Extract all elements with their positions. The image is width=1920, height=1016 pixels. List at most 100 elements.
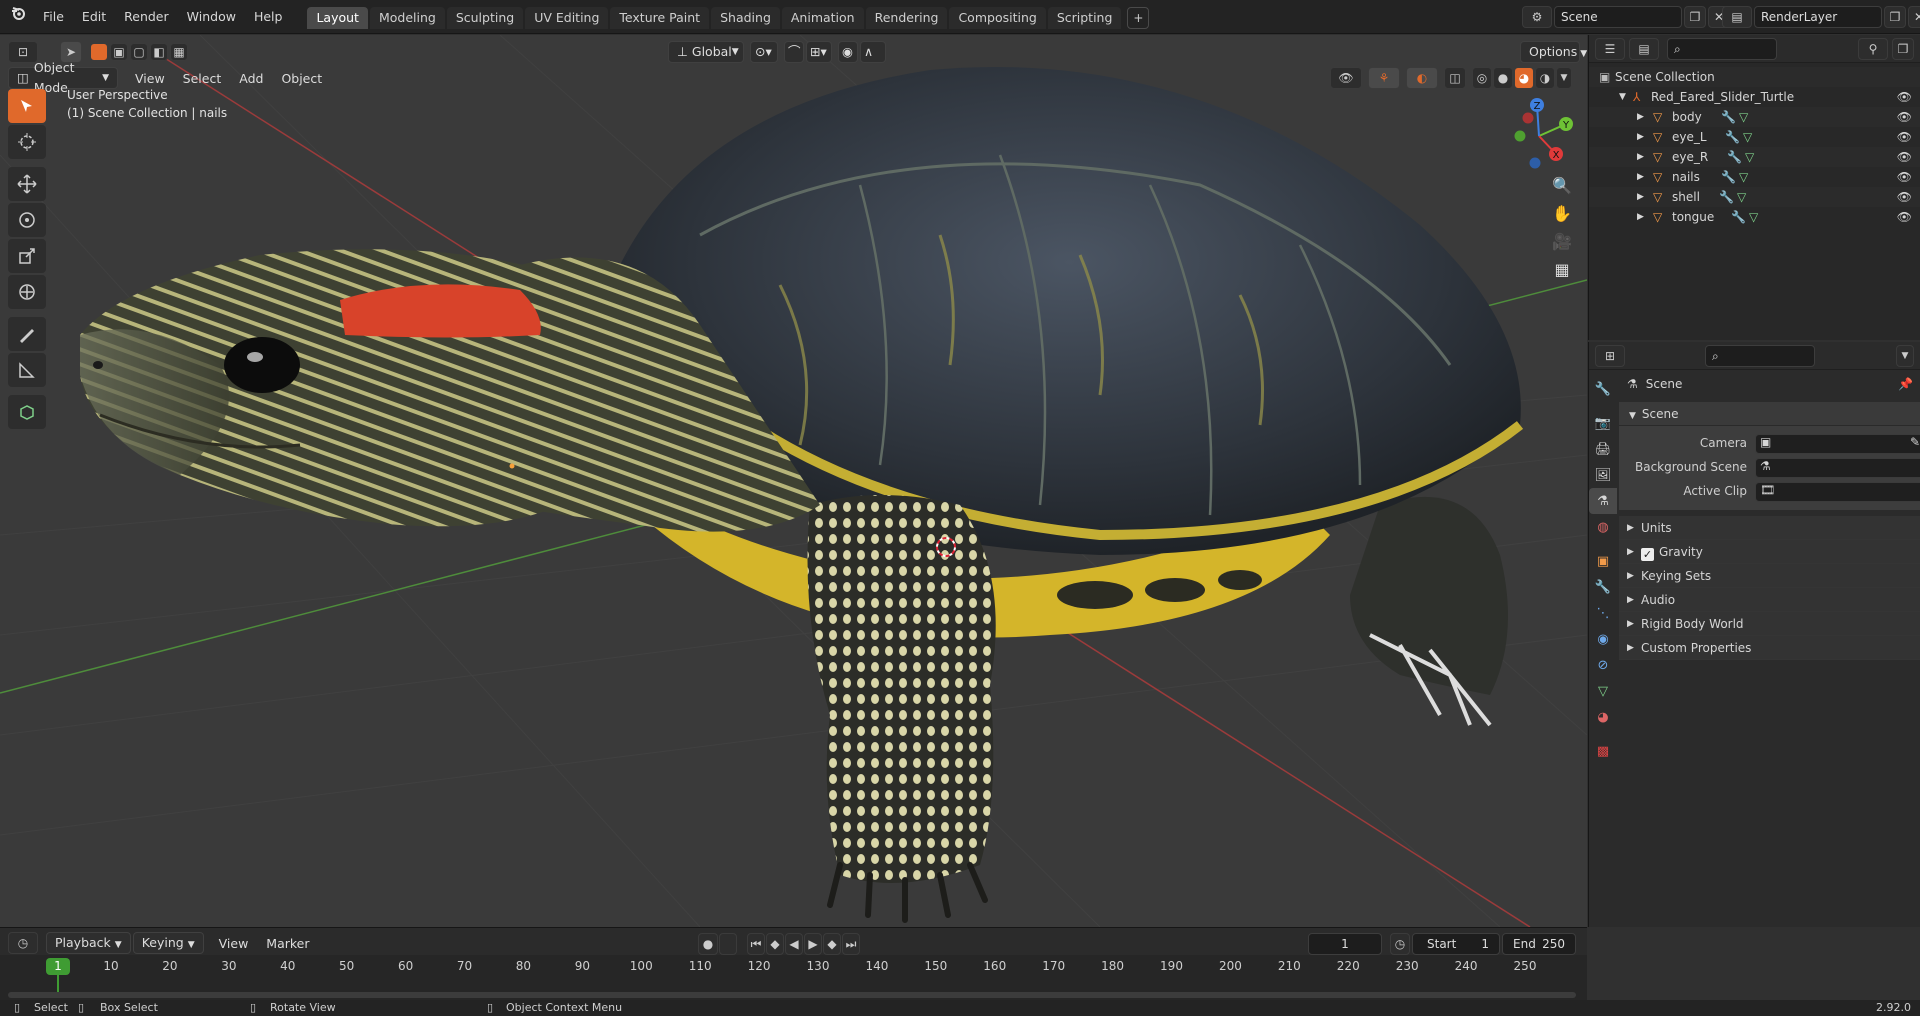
timeline-scrollbar[interactable] — [8, 992, 1576, 998]
new-layer-icon[interactable]: ❐ — [1884, 6, 1906, 28]
scale-tool-icon[interactable] — [8, 239, 46, 273]
rigid-body-world-panel[interactable]: ▶ Rigid Body World — [1619, 612, 1920, 636]
pin-icon[interactable]: 📌 — [1898, 377, 1913, 391]
visibility-icon[interactable]: 👁 — [1330, 67, 1362, 89]
visibility-eye-icon[interactable]: 👁 — [1897, 207, 1912, 227]
audio-panel[interactable]: ▶ Audio — [1619, 588, 1920, 612]
scene-field[interactable]: Scene — [1554, 6, 1682, 28]
wireframe-shading-icon[interactable]: ◎ — [1472, 67, 1492, 89]
keying-sets-panel[interactable]: ▶ Keying Sets — [1619, 564, 1920, 588]
texture-tab-icon[interactable]: ▩ — [1589, 738, 1617, 764]
ortho-toggle-icon[interactable]: ▦ — [1546, 255, 1578, 283]
jump-start-icon[interactable]: ⏮ — [747, 933, 765, 955]
select-box-icon[interactable] — [8, 89, 46, 123]
outliner-search-input[interactable]: ⌕ — [1667, 37, 1777, 60]
visibility-eye-icon[interactable]: 👁 — [1897, 187, 1912, 207]
visibility-eye-icon[interactable]: 👁 — [1897, 127, 1912, 147]
record-icon[interactable]: ● — [698, 933, 718, 955]
visibility-eye-icon[interactable]: 👁 — [1897, 167, 1912, 187]
new-scene-icon[interactable]: ❐ — [1684, 6, 1706, 28]
shading-options-icon[interactable]: ▼ — [1556, 67, 1572, 89]
gizmo-toggle-icon[interactable]: ⚘ — [1368, 67, 1400, 89]
add-workspace-button[interactable]: + — [1127, 6, 1150, 29]
zoom-icon[interactable]: 🔍 — [1546, 171, 1578, 199]
end-frame-field[interactable]: End 250 — [1502, 933, 1576, 955]
outliner-object-nails[interactable]: ▶ ▽ nails 🔧 ▽ 👁 — [1589, 167, 1920, 187]
gravity-checkbox[interactable]: ✓ — [1641, 548, 1654, 561]
timeline-editor-icon[interactable]: ◷ — [8, 932, 38, 954]
outliner-editor-icon[interactable]: ☰ — [1595, 37, 1625, 60]
preview-range-icon[interactable]: ◷ — [1390, 933, 1410, 955]
outliner-object-body[interactable]: ▶ ▽ body 🔧 ▽ 👁 — [1589, 107, 1920, 127]
transform-orientation-dropdown[interactable]: ⊥ Global ▼ — [668, 41, 744, 63]
measure-tool-icon[interactable] — [8, 353, 46, 387]
delete-layer-icon[interactable]: ✕ — [1908, 6, 1920, 28]
snap-toggle-icon[interactable]: ⌒ — [784, 41, 804, 63]
prev-keyframe-icon[interactable]: ◆ — [766, 933, 784, 955]
outliner-object-shell[interactable]: ▶ ▽ shell 🔧 ▽ 👁 — [1589, 187, 1920, 207]
scene-icon[interactable]: ⚙ — [1522, 6, 1552, 28]
background-scene-field[interactable]: ⚗ — [1755, 458, 1920, 478]
tab-rendering[interactable]: Rendering — [865, 6, 948, 29]
tab-texture-paint[interactable]: Texture Paint — [610, 6, 710, 29]
viewport-menu-add[interactable]: Add — [230, 71, 272, 86]
menu-edit[interactable]: Edit — [73, 0, 115, 34]
auto-key-options-icon[interactable] — [719, 933, 737, 955]
custom-properties-panel[interactable]: ▶ Custom Properties — [1619, 636, 1920, 660]
snap-target-dropdown[interactable]: ⊞▾ — [806, 41, 832, 63]
data-tab-icon[interactable]: ▽ — [1589, 678, 1617, 704]
tab-modeling[interactable]: Modeling — [369, 6, 445, 29]
start-frame-field[interactable]: Start 1 — [1412, 933, 1500, 955]
render-tab-icon[interactable]: 📷 — [1589, 410, 1617, 436]
timeline-menu-marker[interactable]: Marker — [257, 936, 318, 951]
outliner-scene-collection[interactable]: ▣ Scene Collection — [1589, 67, 1920, 87]
outliner-object-tongue[interactable]: ▶ ▽ tongue 🔧 ▽ 👁 — [1589, 207, 1920, 227]
display-mode-icon[interactable]: ▤ — [1629, 37, 1659, 60]
object-tab-icon[interactable]: ▣ — [1589, 548, 1617, 574]
blender-logo-icon[interactable] — [0, 0, 34, 34]
gravity-panel[interactable]: ▶ ✓ Gravity — [1619, 540, 1920, 564]
output-tab-icon[interactable]: 🖨 — [1589, 436, 1617, 462]
constraints-tab-icon[interactable]: ⊘ — [1589, 652, 1617, 678]
select-extend-icon[interactable]: ▣ — [110, 43, 128, 61]
xray-toggle-icon[interactable]: ◫ — [1444, 67, 1466, 89]
new-collection-icon[interactable]: ❐ — [1892, 37, 1914, 60]
properties-editor-icon[interactable]: ⊞ — [1595, 344, 1625, 367]
eyedropper-icon[interactable]: ✎ — [1910, 435, 1920, 449]
playback-dropdown[interactable]: Playback ▼ — [46, 932, 131, 954]
solid-shading-icon[interactable]: ● — [1493, 67, 1513, 89]
scene-tab-icon[interactable]: ⚗ — [1589, 488, 1617, 514]
material-shading-icon[interactable]: ◕ — [1514, 67, 1534, 89]
tool-tab-icon[interactable]: 🔧 — [1589, 376, 1617, 402]
keying-dropdown[interactable]: Keying ▼ — [132, 932, 204, 954]
cursor-tool-icon[interactable] — [8, 125, 46, 159]
camera-field[interactable]: ▣ ✎ — [1755, 434, 1920, 454]
add-cube-tool-icon[interactable] — [8, 395, 46, 429]
tab-uv-editing[interactable]: UV Editing — [525, 6, 609, 29]
proportional-edit-icon[interactable]: ◉ — [838, 41, 858, 63]
object-mode-dropdown[interactable]: ◫ Object Mode ▼ — [8, 60, 118, 95]
world-tab-icon[interactable]: ◍ — [1589, 514, 1617, 540]
units-panel[interactable]: ▶ Units — [1619, 516, 1920, 540]
jump-end-icon[interactable]: ⏭ — [842, 933, 860, 955]
annotate-tool-icon[interactable] — [8, 317, 46, 351]
view-layer-tab-icon[interactable]: 🖼 — [1589, 462, 1617, 488]
timeline-menu-view[interactable]: View — [210, 936, 258, 951]
navigation-gizmo[interactable]: Y X Z — [1494, 91, 1584, 181]
properties-search-input[interactable]: ⌕ — [1705, 344, 1815, 367]
render-layer-field[interactable]: RenderLayer — [1754, 6, 1882, 28]
visibility-eye-icon[interactable]: 👁 — [1897, 87, 1912, 107]
camera-view-icon[interactable]: 🎥 — [1546, 227, 1578, 255]
viewport-menu-select[interactable]: Select — [174, 71, 231, 86]
viewport-menu-object[interactable]: Object — [272, 71, 331, 86]
timeline-ruler[interactable]: 1 10 20 30 40 50 60 70 80 90 100 110 120 130 140 150 160… — [0, 955, 1587, 1001]
pivot-point-dropdown[interactable]: ⊙▾ — [750, 41, 778, 63]
tab-sculpting[interactable]: Sculpting — [446, 6, 524, 29]
scene-panel-header[interactable]: ▼ Scene — [1619, 402, 1920, 426]
play-icon[interactable]: ▶ — [804, 933, 822, 955]
proportional-falloff-icon[interactable]: ∧ — [860, 41, 886, 63]
move-tool-icon[interactable] — [8, 167, 46, 201]
visibility-eye-icon[interactable]: 👁 — [1897, 147, 1912, 167]
tab-compositing[interactable]: Compositing — [949, 6, 1046, 29]
options-dropdown[interactable]: Options ▼ — [1520, 41, 1587, 63]
